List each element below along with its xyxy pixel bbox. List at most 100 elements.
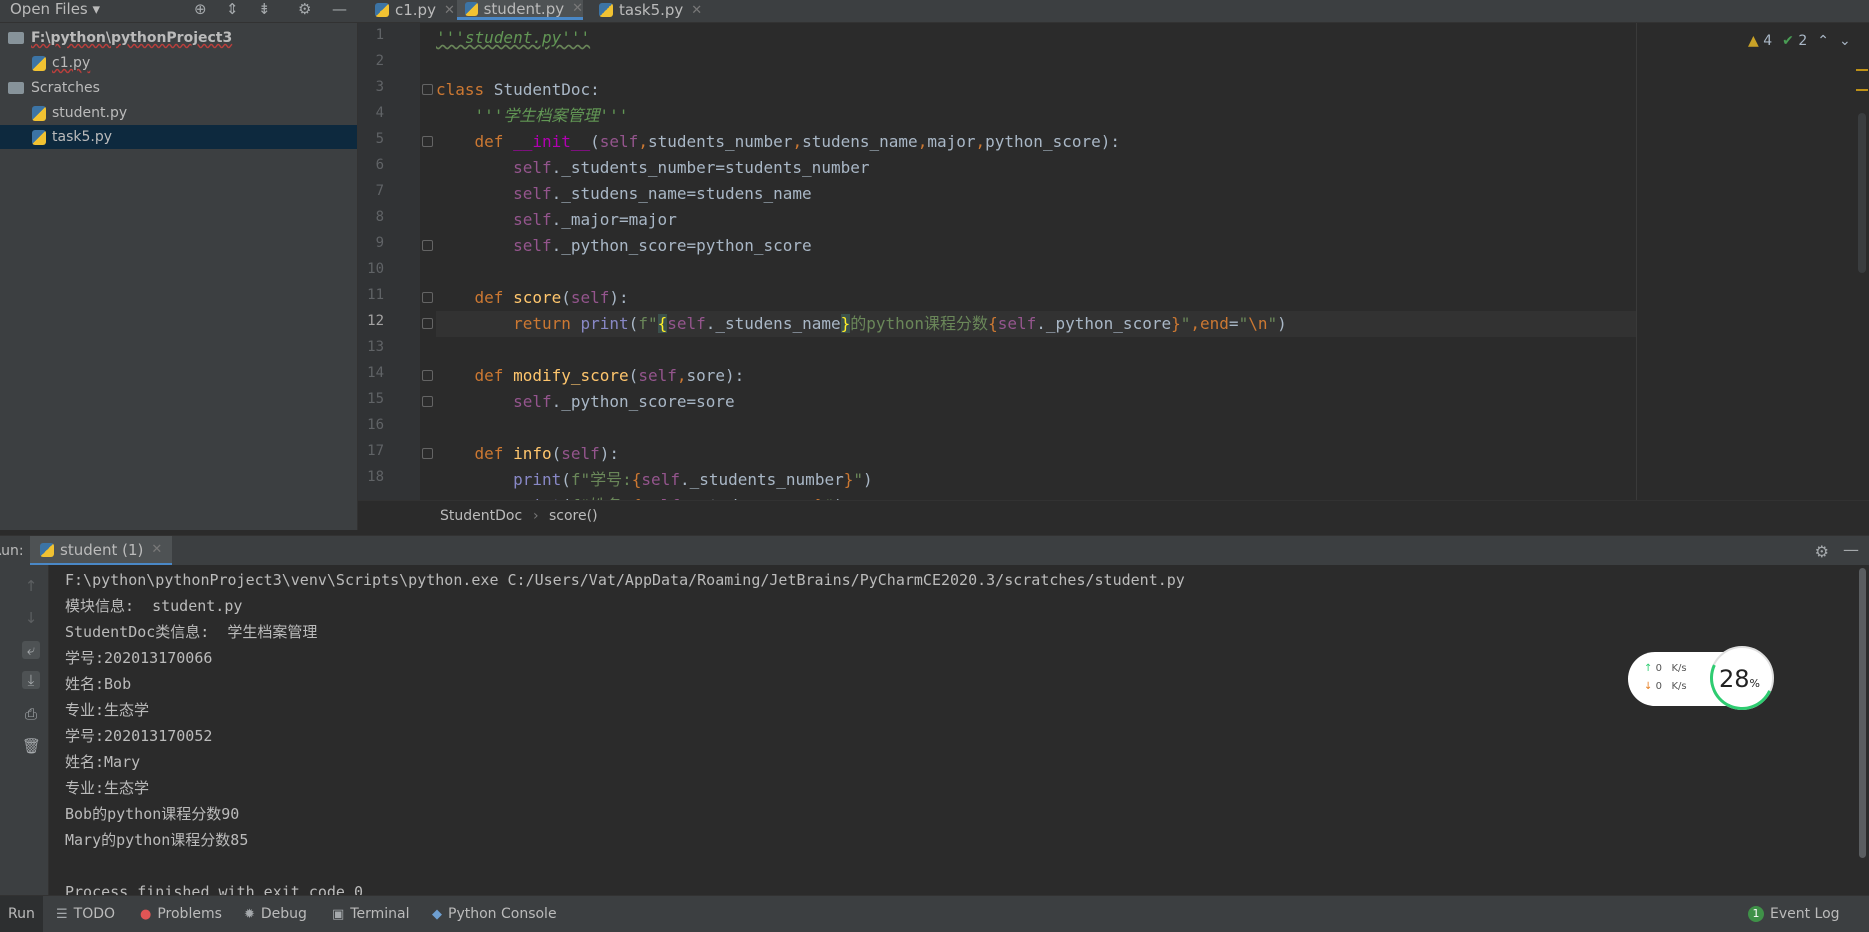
problems-tool-button[interactable]: ● Problems <box>140 896 222 932</box>
code-editor[interactable]: '''student.py''' class StudentDoc: '''学生… <box>436 23 1636 500</box>
upload-rate: 0 <box>1655 663 1662 674</box>
close-icon[interactable]: ✕ <box>444 3 455 18</box>
line-number: 17 <box>367 443 384 459</box>
line-number: 4 <box>375 105 384 121</box>
line-number: 18 <box>367 469 384 485</box>
scroll-to-end-icon[interactable]: ⤓ <box>22 671 40 689</box>
run-tab-label: student (1) <box>60 540 144 559</box>
chevron-down-icon[interactable]: ⌄ <box>1839 33 1851 49</box>
folder-icon <box>8 32 24 44</box>
gear-icon[interactable]: ⚙ <box>298 1 311 17</box>
fold-marker-icon[interactable] <box>422 396 433 407</box>
run-console[interactable]: F:\python\pythonProject3\venv\Scripts\py… <box>49 565 1855 895</box>
breadcrumb-method[interactable]: score() <box>549 508 598 524</box>
python-icon: ◆ <box>432 906 442 922</box>
debug-tool-button[interactable]: ✹ Debug <box>244 896 307 932</box>
run-tool-button[interactable]: Run <box>0 896 43 932</box>
tree-item-project-folder[interactable]: F:\python\pythonProject3 <box>8 26 232 50</box>
line-number: 1 <box>375 27 384 43</box>
line-number: 7 <box>375 183 384 199</box>
error-icon: ● <box>140 906 152 922</box>
console-line: F:\python\pythonProject3\venv\Scripts\py… <box>65 571 1185 589</box>
fold-marker-icon[interactable] <box>422 292 433 303</box>
soft-wrap-icon[interactable]: ⤶ <box>22 641 40 659</box>
console-line: 学号:202013170066 <box>65 649 213 667</box>
tree-item-label: c1.py <box>52 55 91 71</box>
line-number: 11 <box>367 287 384 303</box>
python-file-icon <box>32 105 46 121</box>
locate-icon[interactable]: ⊕ <box>194 1 207 17</box>
tree-item-scratches[interactable]: Scratches <box>8 76 100 100</box>
run-panel-header: Run: student (1) ✕ ⚙ — <box>0 535 1869 566</box>
tree-item-c1[interactable]: c1.py <box>32 51 90 75</box>
download-unit: K/s <box>1671 681 1687 692</box>
weak-warning-icon: ✔ <box>1782 33 1794 49</box>
fold-marker-icon[interactable] <box>422 448 433 459</box>
terminal-tool-button[interactable]: ▣ Terminal <box>332 896 409 932</box>
editor-scrollbar[interactable] <box>1855 23 1869 500</box>
tab-c1[interactable]: c1.py ✕ <box>367 0 455 20</box>
network-speed-widget[interactable]: ↑ 0 K/s ↓ 0 K/s 28% <box>1628 646 1774 710</box>
fold-marker-icon[interactable] <box>422 318 433 329</box>
breadcrumb-class[interactable]: StudentDoc <box>440 508 522 524</box>
inspection-widget[interactable]: ▲ 4 ✔ 2 ⌃ ⌄ <box>1748 31 1851 51</box>
event-log-tool-button[interactable]: 1 Event Log <box>1748 896 1840 932</box>
run-tab-student[interactable]: student (1) ✕ <box>30 536 173 566</box>
expand-all-icon[interactable]: ⇕ <box>226 1 239 17</box>
terminal-icon: ▣ <box>332 906 345 922</box>
python-run-icon <box>40 542 54 557</box>
collapse-all-icon[interactable]: ⇟ <box>258 1 271 17</box>
open-files-dropdown[interactable]: Open Files ▾ <box>10 0 100 18</box>
line-number: 9 <box>375 235 384 251</box>
warning-icon: ▲ <box>1748 33 1759 49</box>
tab-label: c1.py <box>395 1 436 19</box>
close-icon[interactable]: ✕ <box>691 3 702 18</box>
todo-tool-button[interactable]: ☰ TODO <box>56 896 115 932</box>
arrow-up-icon[interactable]: ↑ <box>22 577 40 595</box>
trash-icon[interactable]: 🗑 <box>22 737 41 755</box>
python-console-tool-button[interactable]: ◆ Python Console <box>432 896 557 932</box>
project-sidebar: F:\python\pythonProject3 c1.py Scratches… <box>0 23 358 530</box>
tab-label: task5.py <box>619 1 684 19</box>
chevron-up-icon[interactable]: ⌃ <box>1817 33 1829 49</box>
console-line: 姓名:Mary <box>65 753 141 771</box>
line-number-current: 12 <box>367 313 384 329</box>
console-line: 专业:生态学 <box>65 779 150 797</box>
hide-icon[interactable]: — <box>332 1 347 17</box>
python-file-icon <box>465 1 478 16</box>
tree-item-label: student.py <box>52 105 128 121</box>
line-number: 13 <box>367 339 384 355</box>
fold-marker-icon[interactable] <box>422 84 433 95</box>
scrollbar-thumb[interactable] <box>1858 113 1866 273</box>
tab-task5[interactable]: task5.py ✕ <box>591 0 702 20</box>
print-icon[interactable]: ⎙ <box>22 705 40 723</box>
line-number-gutter: 1 2 3 4 5 6 7 8 9 10 11 12 13 14 15 16 1… <box>358 23 420 500</box>
usage-percent: 28% <box>1719 665 1760 693</box>
fold-marker-icon[interactable] <box>422 370 433 381</box>
console-scrollbar-thumb[interactable] <box>1859 568 1866 858</box>
console-line: 专业:生态学 <box>65 701 150 719</box>
upload-unit: K/s <box>1671 663 1687 674</box>
warning-stripe[interactable] <box>1856 89 1868 91</box>
gear-icon[interactable]: ⚙ <box>1815 542 1829 561</box>
warning-count: 4 <box>1763 33 1773 49</box>
console-line: Mary的python课程分数85 <box>65 831 249 849</box>
tree-item-task5[interactable]: task5.py <box>0 125 357 149</box>
current-line: return print(f"{self._studens_name}的pyth… <box>436 311 1636 337</box>
arrow-down-icon[interactable]: ↓ <box>22 609 40 627</box>
run-left-strip <box>0 565 14 895</box>
tab-student[interactable]: student.py ✕ <box>457 0 583 20</box>
tree-item-student[interactable]: student.py <box>32 101 127 125</box>
tree-item-label: F:\python\pythonProject3 <box>31 30 233 46</box>
event-log-badge: 1 <box>1748 906 1764 922</box>
fold-column <box>420 23 435 500</box>
right-margin-guide <box>1636 23 1637 500</box>
fold-marker-icon[interactable] <box>422 240 433 251</box>
python-file-icon <box>32 55 46 71</box>
hide-icon[interactable]: — <box>1843 540 1859 559</box>
warning-stripe[interactable] <box>1856 69 1868 71</box>
close-icon[interactable]: ✕ <box>151 542 162 557</box>
fold-marker-icon[interactable] <box>422 136 433 147</box>
folder-icon <box>8 82 24 94</box>
close-icon[interactable]: ✕ <box>572 1 583 16</box>
